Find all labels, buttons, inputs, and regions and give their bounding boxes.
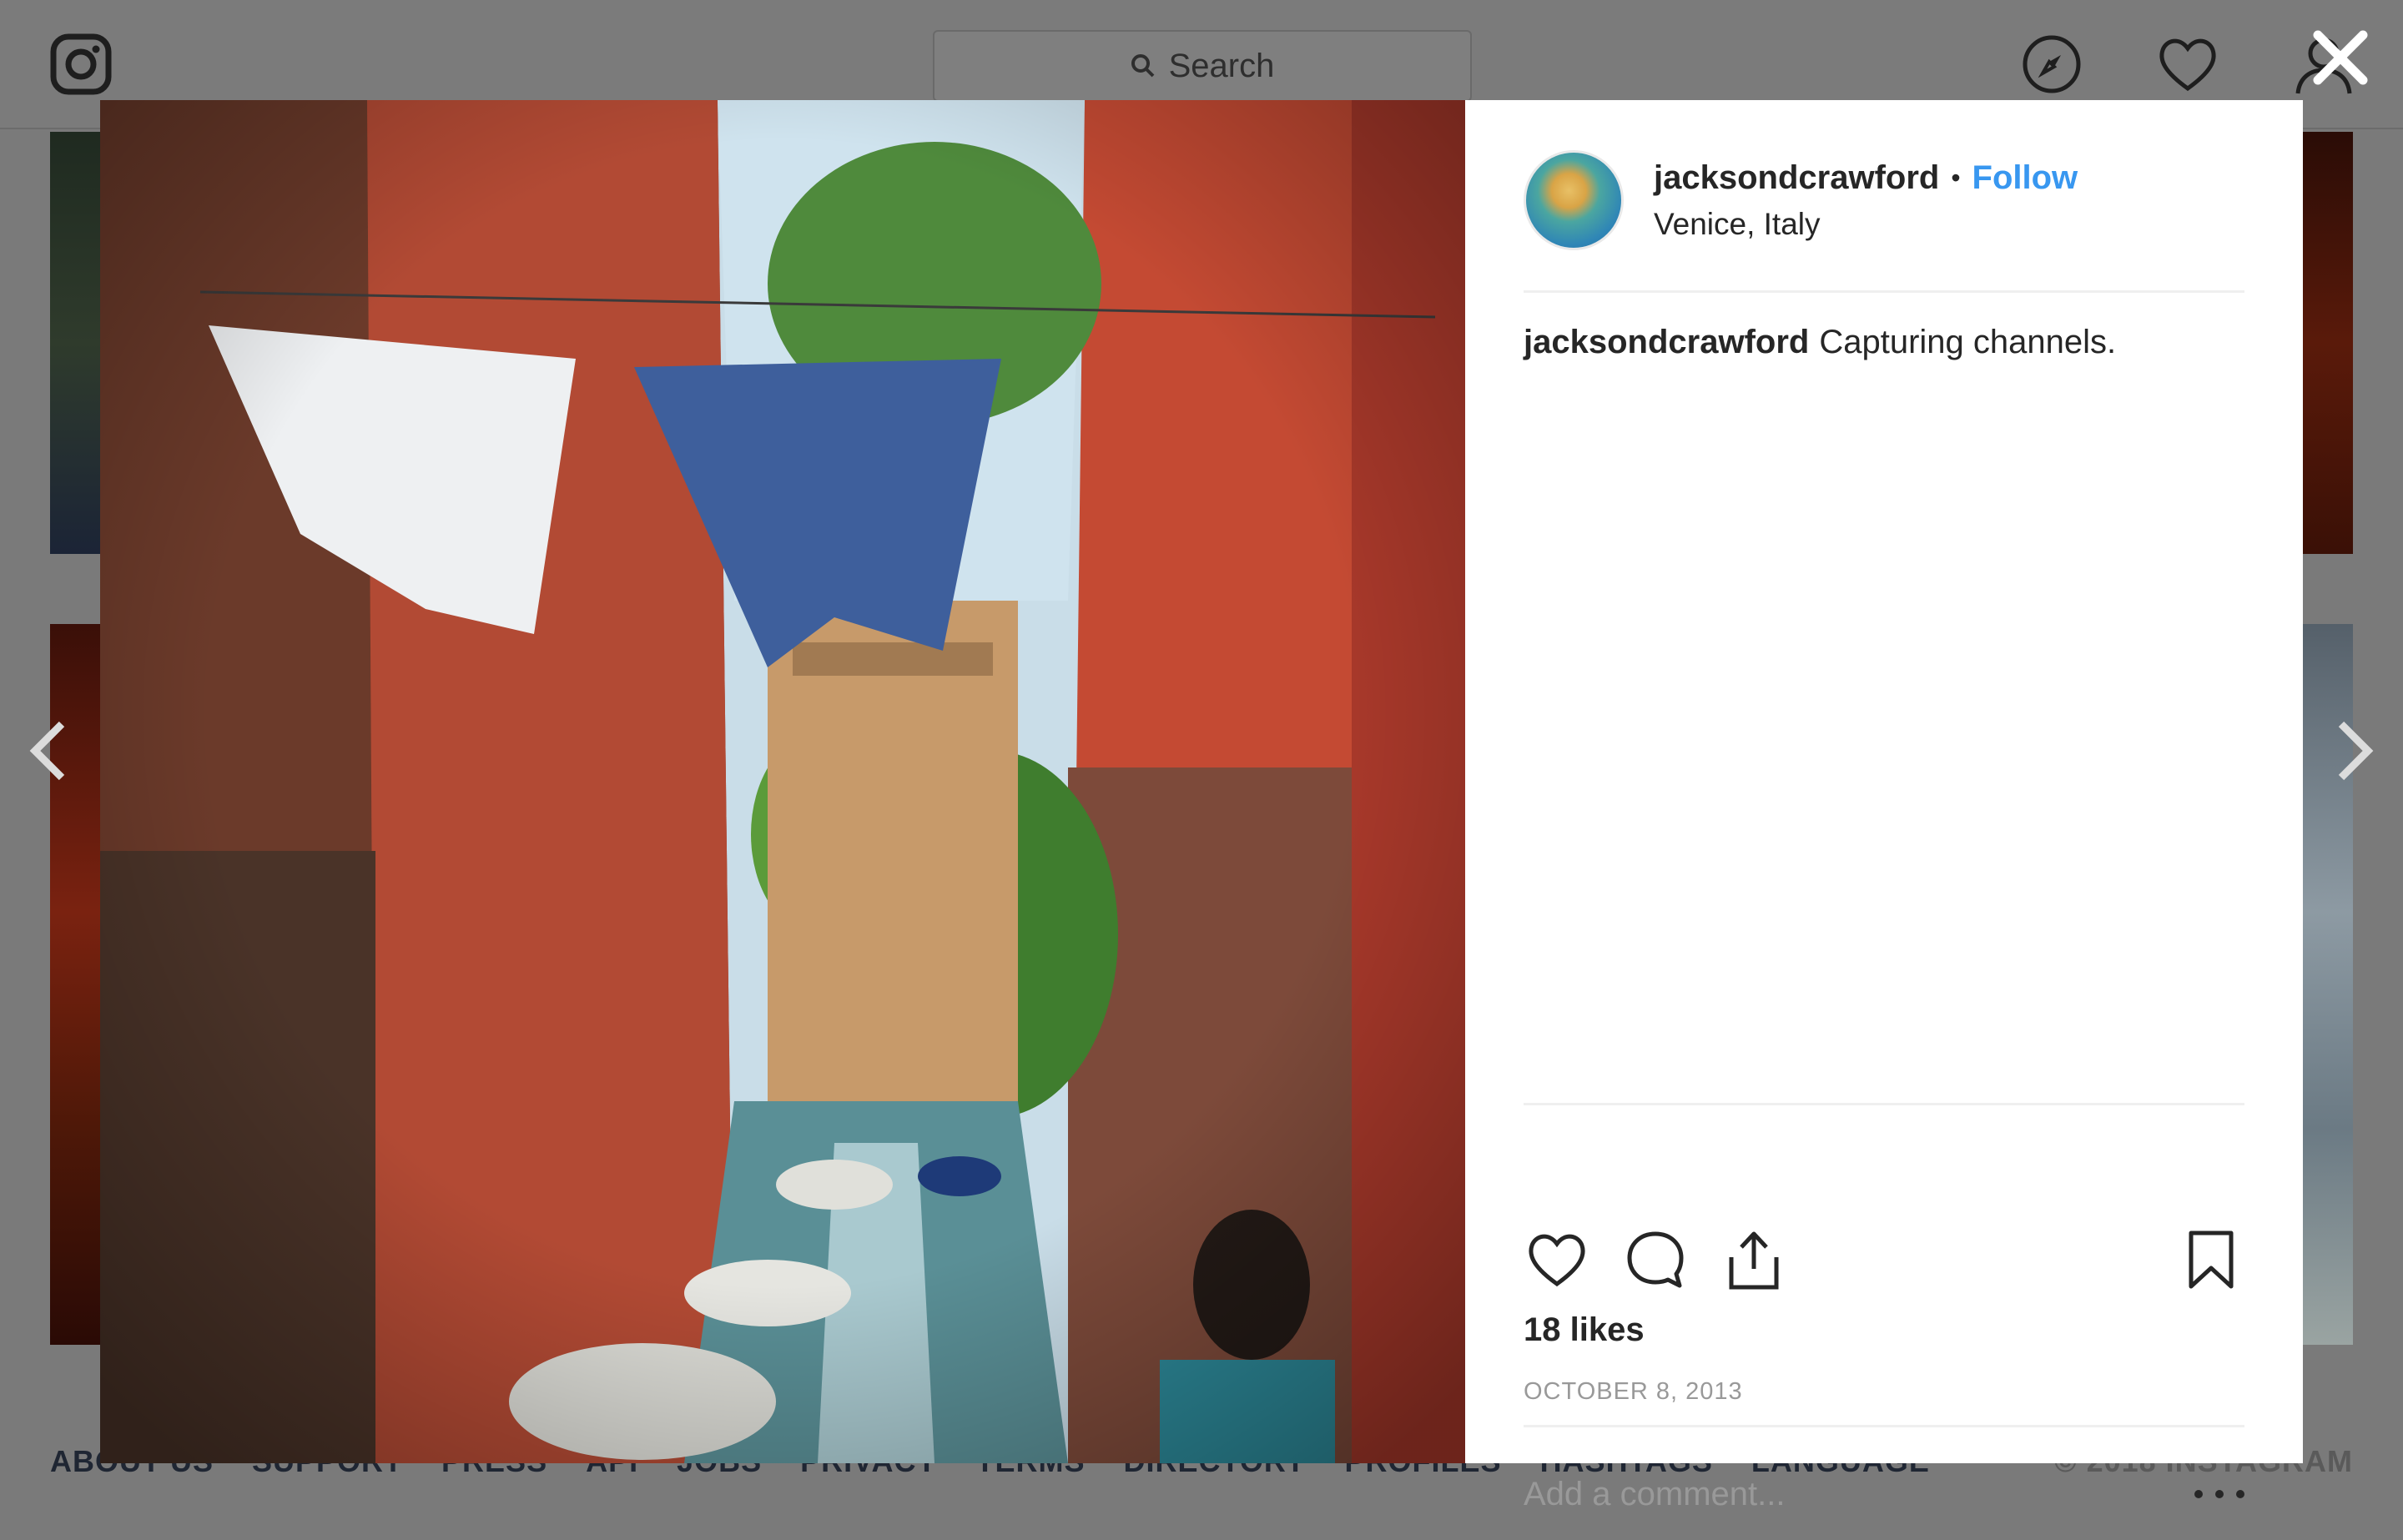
comment-box — [1524, 1448, 2244, 1540]
more-options-icon[interactable] — [2194, 1482, 2244, 1507]
bookmark-icon — [2189, 1230, 2234, 1289]
post-caption: jacksondcrawford Capturing channels. — [1524, 324, 2244, 361]
dot — [2215, 1490, 2224, 1498]
likes-count[interactable]: 18 likes — [1524, 1311, 1645, 1349]
post-location[interactable]: Venice, Italy — [1654, 207, 2078, 242]
next-post-arrow-icon[interactable] — [2328, 717, 2378, 784]
grid-tile[interactable] — [2303, 132, 2353, 554]
grid-tile[interactable] — [50, 132, 100, 554]
avatar[interactable] — [1524, 150, 1624, 250]
follow-button[interactable]: Follow — [1972, 159, 2078, 197]
action-bar — [1524, 1226, 2244, 1293]
post-modal: jacksondcrawford • Follow Venice, Italy … — [100, 100, 2303, 1513]
comment-button[interactable] — [1622, 1226, 1689, 1293]
heart-icon[interactable] — [2156, 33, 2219, 95]
separator-dot: • — [1951, 162, 1961, 193]
heart-icon — [1529, 1234, 1585, 1287]
like-button[interactable] — [1524, 1226, 1590, 1293]
caption-text: Capturing channels. — [1819, 324, 2117, 360]
comment-input[interactable] — [1524, 1475, 2158, 1513]
share-button[interactable] — [1720, 1226, 1787, 1293]
venice-canal-photo — [100, 100, 1465, 1463]
search-icon — [1131, 54, 1155, 78]
save-button[interactable] — [2178, 1226, 2244, 1293]
instagram-logo-icon[interactable] — [50, 33, 112, 95]
dot — [2194, 1490, 2203, 1498]
caption-username[interactable]: jacksondcrawford — [1524, 324, 1809, 360]
share-icon — [1729, 1231, 1779, 1290]
post-photo[interactable] — [100, 100, 1465, 1463]
author-username[interactable]: jacksondcrawford — [1654, 159, 1939, 197]
post-header: jacksondcrawford • Follow Venice, Italy — [1524, 147, 2244, 254]
compass-icon[interactable] — [2021, 33, 2083, 95]
search-placeholder: Search — [1168, 47, 1275, 84]
post-date: OCTOBER 8, 2013 — [1524, 1378, 1743, 1405]
comment-icon — [1627, 1231, 1684, 1288]
post-details-panel: jacksondcrawford • Follow Venice, Italy … — [1465, 100, 2303, 1513]
divider — [1524, 290, 2244, 293]
divider — [1524, 1103, 2244, 1105]
dot — [2236, 1490, 2244, 1498]
close-icon[interactable] — [2310, 27, 2371, 88]
previous-post-arrow-icon[interactable] — [25, 717, 75, 784]
divider — [1524, 1425, 2244, 1427]
search-input[interactable]: Search — [933, 30, 1472, 102]
